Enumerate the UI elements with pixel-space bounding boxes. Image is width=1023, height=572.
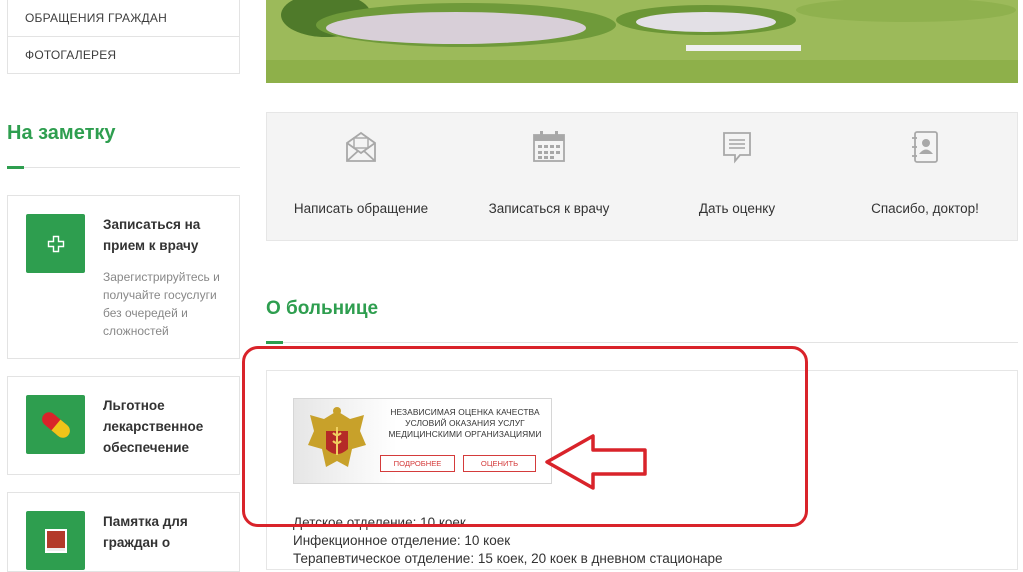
card-citizen-memo[interactable]: Памятка для граждан о xyxy=(7,492,240,572)
department-line: Терапевтическое отделение: 15 коек, 20 к… xyxy=(293,551,723,566)
menu-item-photo-gallery[interactable]: ФОТОГАЛЕРЕЯ xyxy=(8,37,239,74)
hero-garden-illustration xyxy=(266,0,1018,83)
services-bar: Написать обращение Записаться к врачу Да… xyxy=(266,112,1018,241)
about-heading: О больнице xyxy=(266,298,379,319)
annotation-arrow-icon xyxy=(545,434,647,490)
card-title: Льготное лекарственное обеспечение xyxy=(103,398,204,455)
service-write-appeal[interactable]: Написать обращение xyxy=(267,113,455,240)
card-title: Записаться на прием к врачу xyxy=(103,217,201,253)
envelope-icon xyxy=(346,131,376,162)
calendar-icon xyxy=(533,131,565,162)
sidebar-menu: ОБРАЩЕНИЯ ГРАЖДАН ФОТОГАЛЕРЕЯ xyxy=(7,0,240,74)
card-description: Зарегистрируйтесь и получайте госуслуги … xyxy=(103,270,220,338)
book-icon xyxy=(26,511,85,570)
card-preferential-medicine[interactable]: Льготное лекарственное обеспечение xyxy=(7,376,240,475)
annotation-highlight xyxy=(242,346,808,527)
hero-image xyxy=(266,0,1018,83)
medical-cross-icon xyxy=(26,214,85,273)
menu-item-citizen-appeals[interactable]: ОБРАЩЕНИЯ ГРАЖДАН xyxy=(8,0,239,37)
service-label: Спасибо, доктор! xyxy=(871,201,979,216)
pill-icon xyxy=(26,395,85,454)
message-icon xyxy=(723,132,751,164)
service-thank-doctor[interactable]: Спасибо, доктор! xyxy=(831,113,1019,240)
sidebar-heading-divider xyxy=(7,166,240,169)
department-line: Инфекционное отделение: 10 коек xyxy=(293,533,511,548)
service-label: Дать оценку xyxy=(698,201,776,216)
service-doctor-appointment[interactable]: Записаться к врачу xyxy=(455,113,643,240)
service-label: Записаться к врачу xyxy=(488,201,610,216)
contact-card-icon xyxy=(912,131,938,163)
sidebar-heading: На заметку xyxy=(7,122,116,144)
service-rate[interactable]: Дать оценку xyxy=(643,113,831,240)
service-label: Написать обращение xyxy=(293,201,429,216)
about-heading-divider xyxy=(266,341,1018,344)
card-title: Памятка для граждан о xyxy=(103,514,188,550)
card-doctor-appointment[interactable]: Записаться на прием к врачу Зарегистриру… xyxy=(7,195,240,359)
